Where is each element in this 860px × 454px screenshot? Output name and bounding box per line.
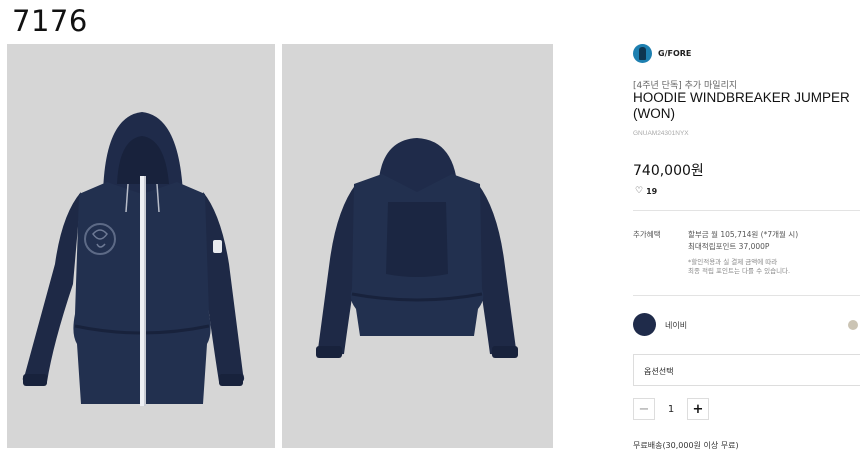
like-button[interactable]: ♡ 19 <box>635 186 657 196</box>
shipping-info: 무료배송(30,000원 이상 무료) <box>633 441 739 450</box>
quantity-decrease-button[interactable]: − <box>633 398 655 420</box>
product-title: HOODIE WINDBREAKER JUMPER(WON) <box>633 90 850 121</box>
points-note-line-2: 최종 적립 포인트는 다를 수 있습니다. <box>688 267 791 275</box>
product-code: GNUAM24301NYX <box>633 130 689 137</box>
like-count: 19 <box>646 186 658 196</box>
jacket-front-illustration <box>22 112 245 406</box>
brand-row[interactable]: G/FORE <box>633 44 691 63</box>
color-swatch-alternate[interactable] <box>848 320 858 330</box>
option-select[interactable]: 옵션선택 <box>633 354 860 386</box>
product-info-panel: G/FORE [4주년 단독] 추가 마일리지 HOODIE WINDBREAK… <box>633 0 860 454</box>
product-price: 740,000원 <box>633 163 704 179</box>
brand-logo-icon[interactable] <box>633 44 652 63</box>
page-id-label: 7176 <box>12 4 88 38</box>
divider <box>633 295 860 296</box>
product-image-back[interactable] <box>282 44 553 448</box>
heart-icon: ♡ <box>635 186 644 196</box>
divider <box>633 210 860 211</box>
color-name: 네이비 <box>665 321 688 330</box>
color-swatch-navy[interactable] <box>633 313 656 336</box>
jacket-back-illustration <box>316 138 518 358</box>
quantity-value[interactable]: 1 <box>655 404 687 415</box>
benefit-label: 추가혜택 <box>633 230 661 239</box>
max-points-info: 최대적립포인트 37,000P <box>688 242 770 251</box>
brand-name[interactable]: G/FORE <box>658 49 691 58</box>
quantity-stepper: − 1 + <box>633 398 709 420</box>
product-image-front[interactable] <box>7 44 275 448</box>
installment-info: 할부금 월 105,714원 (*7개월 시) <box>688 230 799 239</box>
quantity-increase-button[interactable]: + <box>687 398 709 420</box>
